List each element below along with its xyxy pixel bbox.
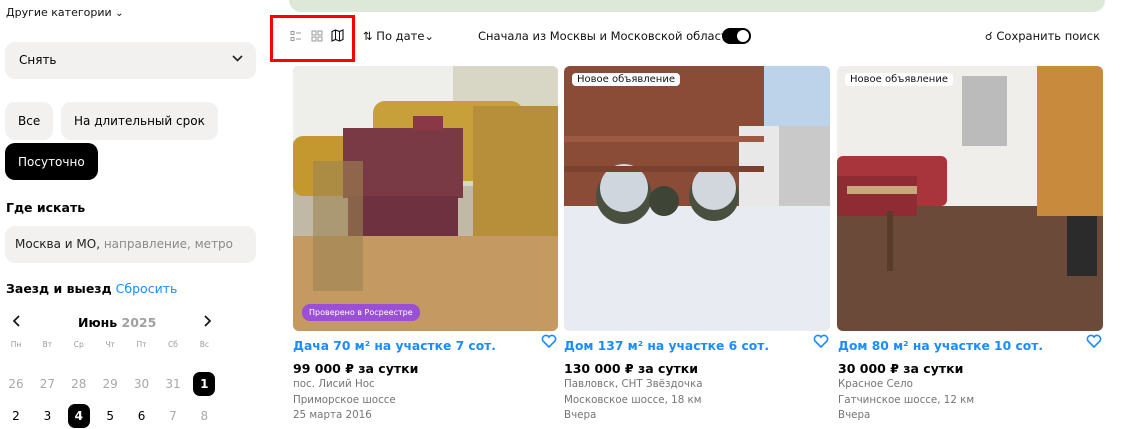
weekday-label: Чт — [105, 340, 115, 349]
calendar-day[interactable]: 6 — [131, 404, 153, 428]
favorite-heart-icon[interactable] — [1086, 333, 1102, 352]
favorite-heart-icon[interactable] — [813, 333, 829, 352]
chevron-down-icon: ⌄ — [115, 8, 124, 19]
calendar-day[interactable]: 29 — [99, 372, 121, 396]
listing-price: 130 000 ₽ за сутки — [564, 361, 699, 376]
calendar-weekdays: Пн Вт Ср Чт Пт Сб Вс — [6, 340, 214, 349]
listing-photo-image — [564, 66, 830, 331]
listing-date: Вчера — [564, 409, 597, 421]
sort-label: По дате — [376, 29, 425, 43]
other-categories-link[interactable]: Другие категории ⌄ — [6, 6, 124, 19]
toggle-knob — [737, 30, 749, 42]
prev-month-icon[interactable] — [12, 313, 22, 332]
list-view-icon[interactable] — [290, 30, 302, 45]
map-view-icon[interactable] — [331, 29, 344, 45]
favorite-heart-icon[interactable] — [541, 333, 557, 352]
save-search-icon: ☌ — [985, 29, 993, 43]
sort-icon: ⇅ — [363, 29, 373, 43]
listing-location: Красное Село — [838, 378, 913, 390]
listing-road: Московское шоссе, 18 км — [564, 394, 702, 406]
term-pill-all[interactable]: Все — [5, 102, 54, 140]
listing-location: пос. Лисий Нос — [293, 378, 375, 390]
dates-heading: Заезд и выезд Сбросить — [6, 281, 177, 296]
chevron-down-icon: ⌄ — [424, 29, 435, 43]
weekday-label: Пн — [10, 340, 22, 349]
new-listing-badge: Новое объявление — [845, 73, 953, 86]
calendar-day[interactable]: 7 — [162, 404, 184, 428]
weekday-label: Вс — [199, 340, 209, 349]
calendar-day-selected[interactable]: 1 — [193, 372, 216, 396]
calendar-day[interactable]: 2 — [5, 404, 27, 428]
where-title: Где искать — [6, 200, 86, 215]
listing-photo[interactable]: Новое объявление — [837, 66, 1103, 331]
term-pill-daily[interactable]: Посуточно — [5, 143, 98, 180]
listing-photo[interactable]: Проверено в Росреестре — [293, 66, 558, 331]
listing-title[interactable]: Дом 80 м² на участке 10 сот. — [838, 339, 1043, 353]
grid-view-icon[interactable] — [311, 30, 323, 45]
other-categories-label: Другие категории — [6, 6, 112, 19]
location-placeholder: направление, метро — [100, 237, 234, 251]
weekday-label: Ср — [73, 340, 84, 349]
listing-photo-image — [293, 66, 558, 331]
calendar-day[interactable]: 5 — [99, 404, 121, 428]
listing-price: 30 000 ₽ за сутки — [838, 361, 964, 376]
deal-type-select[interactable]: Снять — [5, 42, 256, 79]
next-month-icon[interactable] — [202, 313, 212, 332]
chevron-down-icon — [231, 52, 244, 69]
calendar-day[interactable]: 3 — [36, 404, 58, 428]
calendar-day[interactable]: 27 — [36, 372, 58, 396]
location-input[interactable]: Москва и МО, направление, метро — [5, 226, 256, 263]
reset-dates-link[interactable]: Сбросить — [116, 281, 178, 296]
moscow-first-toggle[interactable] — [722, 28, 751, 44]
term-pill-label: Все — [18, 114, 41, 128]
calendar-day[interactable]: 28 — [68, 372, 90, 396]
calendar-day[interactable]: 30 — [131, 372, 153, 396]
term-pill-long[interactable]: На длительный срок — [61, 102, 218, 140]
calendar-day-selected[interactable]: 4 — [67, 404, 90, 428]
save-search-label: Сохранить поиск — [996, 29, 1101, 43]
map-preview[interactable] — [289, 0, 1105, 12]
calendar-week-2: 2 3 4 5 6 7 8 — [5, 404, 215, 428]
moscow-first-label: Сначала из Москвы и Московской области — [478, 29, 736, 43]
dates-title: Заезд и выезд — [6, 281, 112, 296]
listing-date: 25 марта 2016 — [293, 409, 372, 421]
term-pill-label: На длительный срок — [74, 114, 205, 128]
location-value: Москва и МО, — [15, 237, 101, 251]
listing-date: Вчера — [838, 409, 871, 421]
calendar-month: Июнь 2025 — [78, 315, 156, 330]
listing-photo[interactable]: Новое объявление — [564, 66, 830, 331]
new-listing-badge: Новое объявление — [572, 73, 680, 86]
calendar-day[interactable]: 26 — [5, 372, 27, 396]
term-pill-label: Посуточно — [18, 155, 85, 169]
sort-dropdown[interactable]: ⇅ По дате⌄ — [363, 29, 434, 43]
save-search-button[interactable]: ☌ Сохранить поиск — [985, 29, 1100, 43]
weekday-label: Сб — [168, 340, 178, 349]
calendar-month-name: Июнь — [78, 315, 118, 330]
weekday-label: Вт — [42, 340, 53, 349]
listing-location: Павловск, СНТ Звёздочка — [564, 378, 703, 390]
calendar-year: 2025 — [121, 315, 157, 330]
listing-road: Приморское шоссе — [293, 394, 396, 406]
listing-price: 99 000 ₽ за сутки — [293, 361, 419, 376]
verified-badge: Проверено в Росреестре — [302, 304, 420, 321]
listing-title[interactable]: Дача 70 м² на участке 7 сот. — [293, 339, 496, 353]
listing-photo-image — [837, 66, 1103, 331]
listing-road: Гатчинское шоссе, 12 км — [838, 394, 975, 406]
deal-type-value: Снять — [19, 53, 57, 67]
calendar-week-1: 26 27 28 29 30 31 1 — [5, 372, 216, 396]
calendar-day[interactable]: 31 — [162, 372, 184, 396]
weekday-label: Пт — [136, 340, 147, 349]
listing-title[interactable]: Дом 137 м² на участке 6 сот. — [564, 339, 769, 353]
calendar-day[interactable]: 8 — [193, 404, 215, 428]
